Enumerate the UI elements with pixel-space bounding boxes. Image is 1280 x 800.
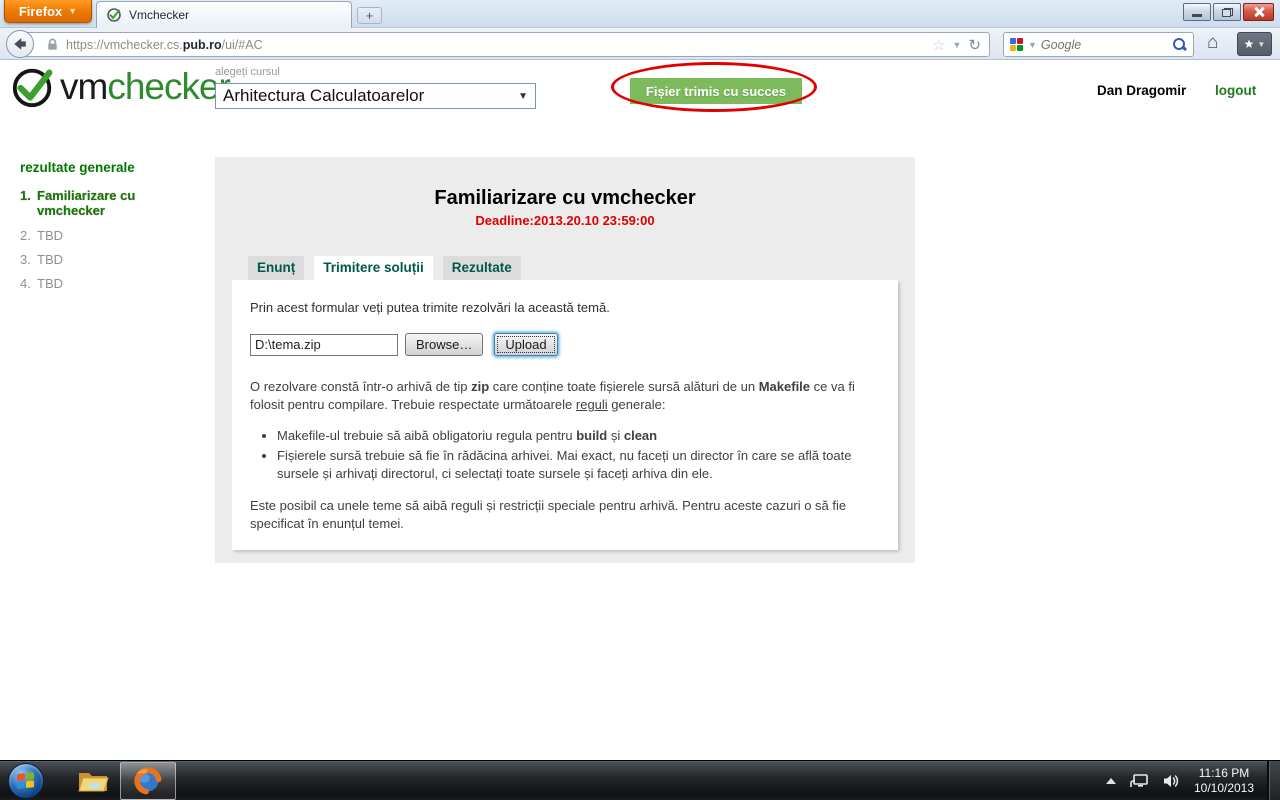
course-selected-value: Arhitectura Calculatoarelor [223, 86, 424, 106]
submit-tab-panel: Prin acest formular veți putea trimite r… [232, 280, 898, 550]
new-tab-button[interactable]: + [357, 7, 382, 24]
sidebar-item-assignment-1[interactable]: 1. Familiarizare cu vmchecker [20, 189, 155, 219]
search-box[interactable]: ▼ [1003, 32, 1194, 57]
windows-taskbar: 11:16 PM 10/10/2013 [0, 760, 1280, 800]
chevron-down-icon: ▼ [68, 6, 77, 16]
new-tab-label: + [366, 8, 374, 23]
vmchecker-logo[interactable]: vmchecker [10, 64, 230, 110]
rule-item: Fișierele sursă trebuie să fie în rădăci… [277, 447, 880, 483]
window-controls [1183, 3, 1274, 21]
assignment-panel: Familiarizare cu vmchecker Deadline:2013… [215, 157, 915, 563]
firefox-menu-button[interactable]: Firefox ▼ [4, 0, 92, 23]
clock-date: 10/10/2013 [1182, 781, 1266, 796]
course-select[interactable]: Arhitectura Calculatoarelor ▼ [215, 83, 536, 109]
assignment-tabs: Enunț Trimitere soluții Rezultate [248, 256, 521, 280]
course-select-label: alegeți cursul [215, 66, 280, 78]
firefox-icon [133, 766, 163, 796]
taskbar-firefox-button[interactable] [120, 762, 176, 800]
rules-intro-text: O rezolvare constă într-o arhivă de tip … [250, 378, 880, 414]
search-engine-dropdown-icon[interactable]: ▼ [1028, 40, 1037, 50]
tab-rezultate[interactable]: Rezultate [443, 256, 521, 280]
back-button[interactable] [6, 30, 34, 58]
browser-navbar: https://vmchecker.cs.pub.ro/ui/#AC ☆ ▼ ↻… [0, 28, 1280, 60]
annotation-ellipse [611, 62, 817, 112]
bookmark-star-icon[interactable]: ☆ [932, 36, 945, 54]
sidebar-item-general-results[interactable]: rezultate generale [20, 160, 135, 175]
select-dropdown-icon: ▼ [518, 91, 528, 102]
close-button[interactable] [1243, 3, 1274, 21]
search-magnifier-icon[interactable] [1172, 37, 1187, 52]
taskbar-clock[interactable]: 11:16 PM 10/10/2013 [1182, 766, 1266, 796]
restore-button[interactable] [1213, 3, 1241, 21]
logo-wordmark: vmchecker [60, 66, 230, 108]
show-desktop-button[interactable] [1267, 761, 1280, 800]
firefox-menu-label: Firefox [19, 4, 62, 19]
network-icon[interactable] [1129, 773, 1149, 789]
window-titlebar: Firefox ▼ Vmchecker + [0, 0, 1280, 28]
system-tray [1106, 761, 1180, 800]
start-button[interactable] [8, 763, 44, 799]
home-button[interactable]: ⌂ [1207, 32, 1218, 54]
clock-time: 11:16 PM [1182, 766, 1266, 781]
minimize-button[interactable] [1183, 3, 1211, 21]
minimize-icon [1192, 14, 1202, 17]
sidebar-item-assignment-2[interactable]: 2. TBD [20, 228, 155, 243]
close-icon [1253, 6, 1265, 18]
url-dropdown-icon[interactable]: ▼ [953, 40, 962, 50]
rules-list: Makefile-ul trebuie să aibă obligatoriu … [250, 427, 880, 483]
upload-form: Browse… Upload [250, 333, 880, 356]
vmchecker-check-icon [10, 64, 56, 110]
file-path-input[interactable] [250, 334, 398, 356]
rule-item: Makefile-ul trebuie să aibă obligatoriu … [277, 427, 880, 445]
special-rules-note: Este posibil ca unele teme să aibă regul… [250, 497, 880, 533]
bookmarks-button[interactable]: ★ ▼ [1237, 32, 1272, 56]
vmchecker-favicon-icon [106, 7, 122, 23]
logout-link[interactable]: logout [1215, 83, 1256, 98]
assignment-deadline: Deadline:2013.20.10 23:59:00 [215, 213, 915, 228]
browser-tab-vmchecker[interactable]: Vmchecker [96, 1, 352, 28]
reload-icon[interactable]: ↻ [968, 36, 981, 54]
bookmarks-star-icon: ★ [1244, 37, 1255, 51]
url-bar[interactable]: https://vmchecker.cs.pub.ro/ui/#AC ☆ ▼ ↻ [20, 32, 990, 57]
user-name: Dan Dragomir [1097, 83, 1186, 98]
tab-trimitere-solutii[interactable]: Trimitere soluții [314, 256, 433, 280]
speaker-icon[interactable] [1162, 773, 1180, 789]
url-text: https://vmchecker.cs.pub.ro/ui/#AC [66, 38, 263, 52]
bookmarks-dropdown-icon: ▼ [1257, 40, 1265, 49]
upload-button[interactable]: Upload [494, 333, 557, 356]
search-input[interactable] [1041, 38, 1168, 52]
google-logo-icon [1010, 38, 1024, 52]
upload-intro-text: Prin acest formular veți putea trimite r… [250, 300, 880, 315]
browse-button[interactable]: Browse… [405, 333, 483, 356]
tray-hidden-icons-button[interactable] [1106, 778, 1116, 784]
taskbar-explorer-button[interactable] [70, 761, 116, 800]
tab-title: Vmchecker [129, 8, 189, 22]
sidebar-item-assignment-4[interactable]: 4. TBD [20, 276, 155, 291]
back-arrow-icon [11, 35, 29, 53]
explorer-folder-icon [77, 768, 109, 794]
tab-enunt[interactable]: Enunț [248, 256, 304, 280]
assignment-title: Familiarizare cu vmchecker [215, 187, 915, 210]
windows-flag-icon [17, 772, 35, 790]
sidebar-item-assignment-3[interactable]: 3. TBD [20, 252, 155, 267]
lock-icon [45, 37, 60, 52]
restore-icon [1222, 8, 1233, 17]
